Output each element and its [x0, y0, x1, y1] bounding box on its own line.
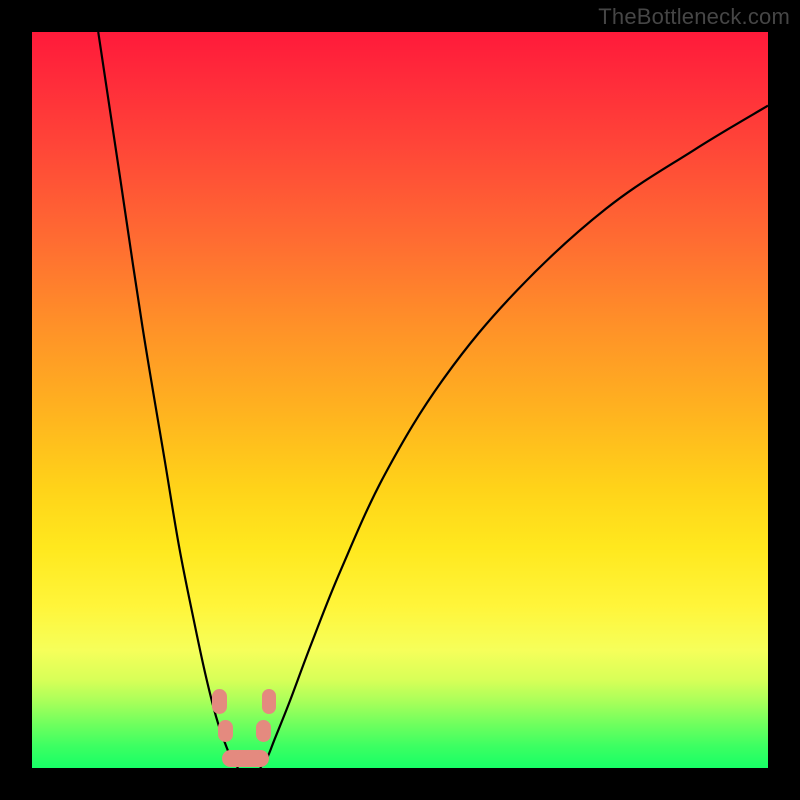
left-blob-upper [212, 689, 227, 714]
curves-svg [32, 32, 768, 768]
watermark-text: TheBottleneck.com [598, 4, 790, 30]
plot-area [32, 32, 768, 768]
left-blob-lower [218, 720, 233, 742]
right-curve [260, 106, 768, 768]
right-blob-upper [262, 689, 277, 714]
bottom-blob [222, 750, 270, 768]
chart-frame: TheBottleneck.com [0, 0, 800, 800]
right-blob-lower [256, 720, 271, 742]
left-curve [98, 32, 238, 768]
